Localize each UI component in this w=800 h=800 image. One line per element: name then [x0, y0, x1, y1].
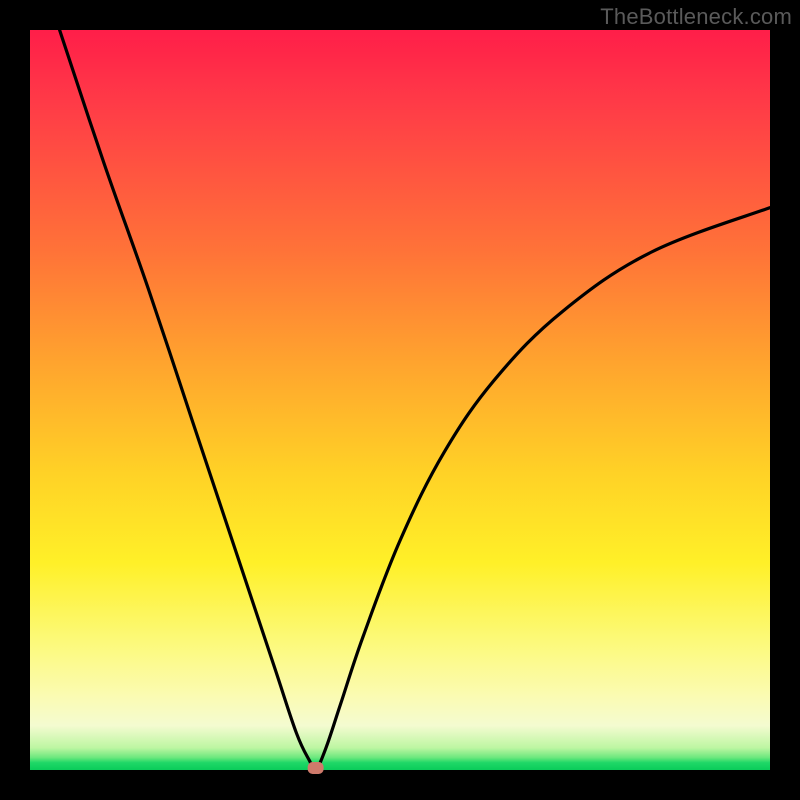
- minimum-marker: [308, 762, 324, 774]
- watermark-text: TheBottleneck.com: [600, 4, 792, 30]
- plot-background: [30, 30, 770, 770]
- curve-path: [60, 30, 770, 771]
- bottleneck-curve: [30, 30, 770, 770]
- chart-frame: TheBottleneck.com: [0, 0, 800, 800]
